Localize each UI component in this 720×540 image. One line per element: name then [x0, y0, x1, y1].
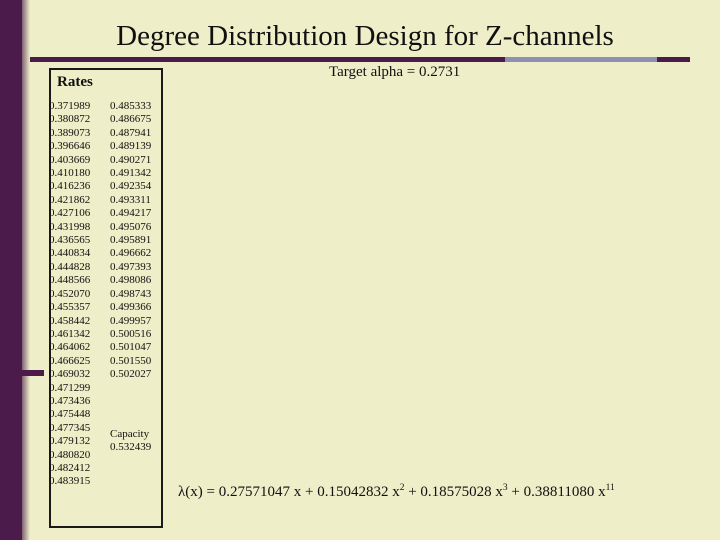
lambda-term3-coef: 0.18575028 x [420, 484, 503, 500]
left-decorative-band [0, 0, 30, 540]
lambda-term1: 0.27571047 x + [218, 484, 318, 500]
page-title: Degree Distribution Design for Z-channel… [116, 20, 614, 52]
rates-table-header: Rates [57, 74, 93, 90]
left-band-solid [0, 0, 22, 540]
lambda-term4-coef: 0.38811080 x [523, 484, 606, 500]
lambda-lhs: λ(x) = [178, 484, 219, 500]
capacity-label: Capacity [110, 428, 150, 440]
rates-column-left: 0.371989 0.380872 0.389073 0.396646 0.40… [49, 100, 91, 488]
lambda-term4-exponent: 11 [605, 483, 615, 493]
lambda-term3-tail: + [507, 484, 524, 500]
lambda-equation: λ(x) = 0.27571047 x + 0.15042832 x2 + 0.… [178, 483, 615, 501]
title-underline-rule [30, 57, 690, 62]
rates-column-right: 0.485333 0.486675 0.487941 0.489139 0.49… [110, 100, 152, 381]
side-accent-tick [0, 370, 44, 376]
lambda-term2-tail: + [404, 484, 421, 500]
capacity-value: 0.532439 [110, 441, 152, 453]
target-alpha-label: Target alpha = 0.2731 [329, 64, 461, 80]
lambda-term2-coef: 0.15042832 x [317, 484, 400, 500]
